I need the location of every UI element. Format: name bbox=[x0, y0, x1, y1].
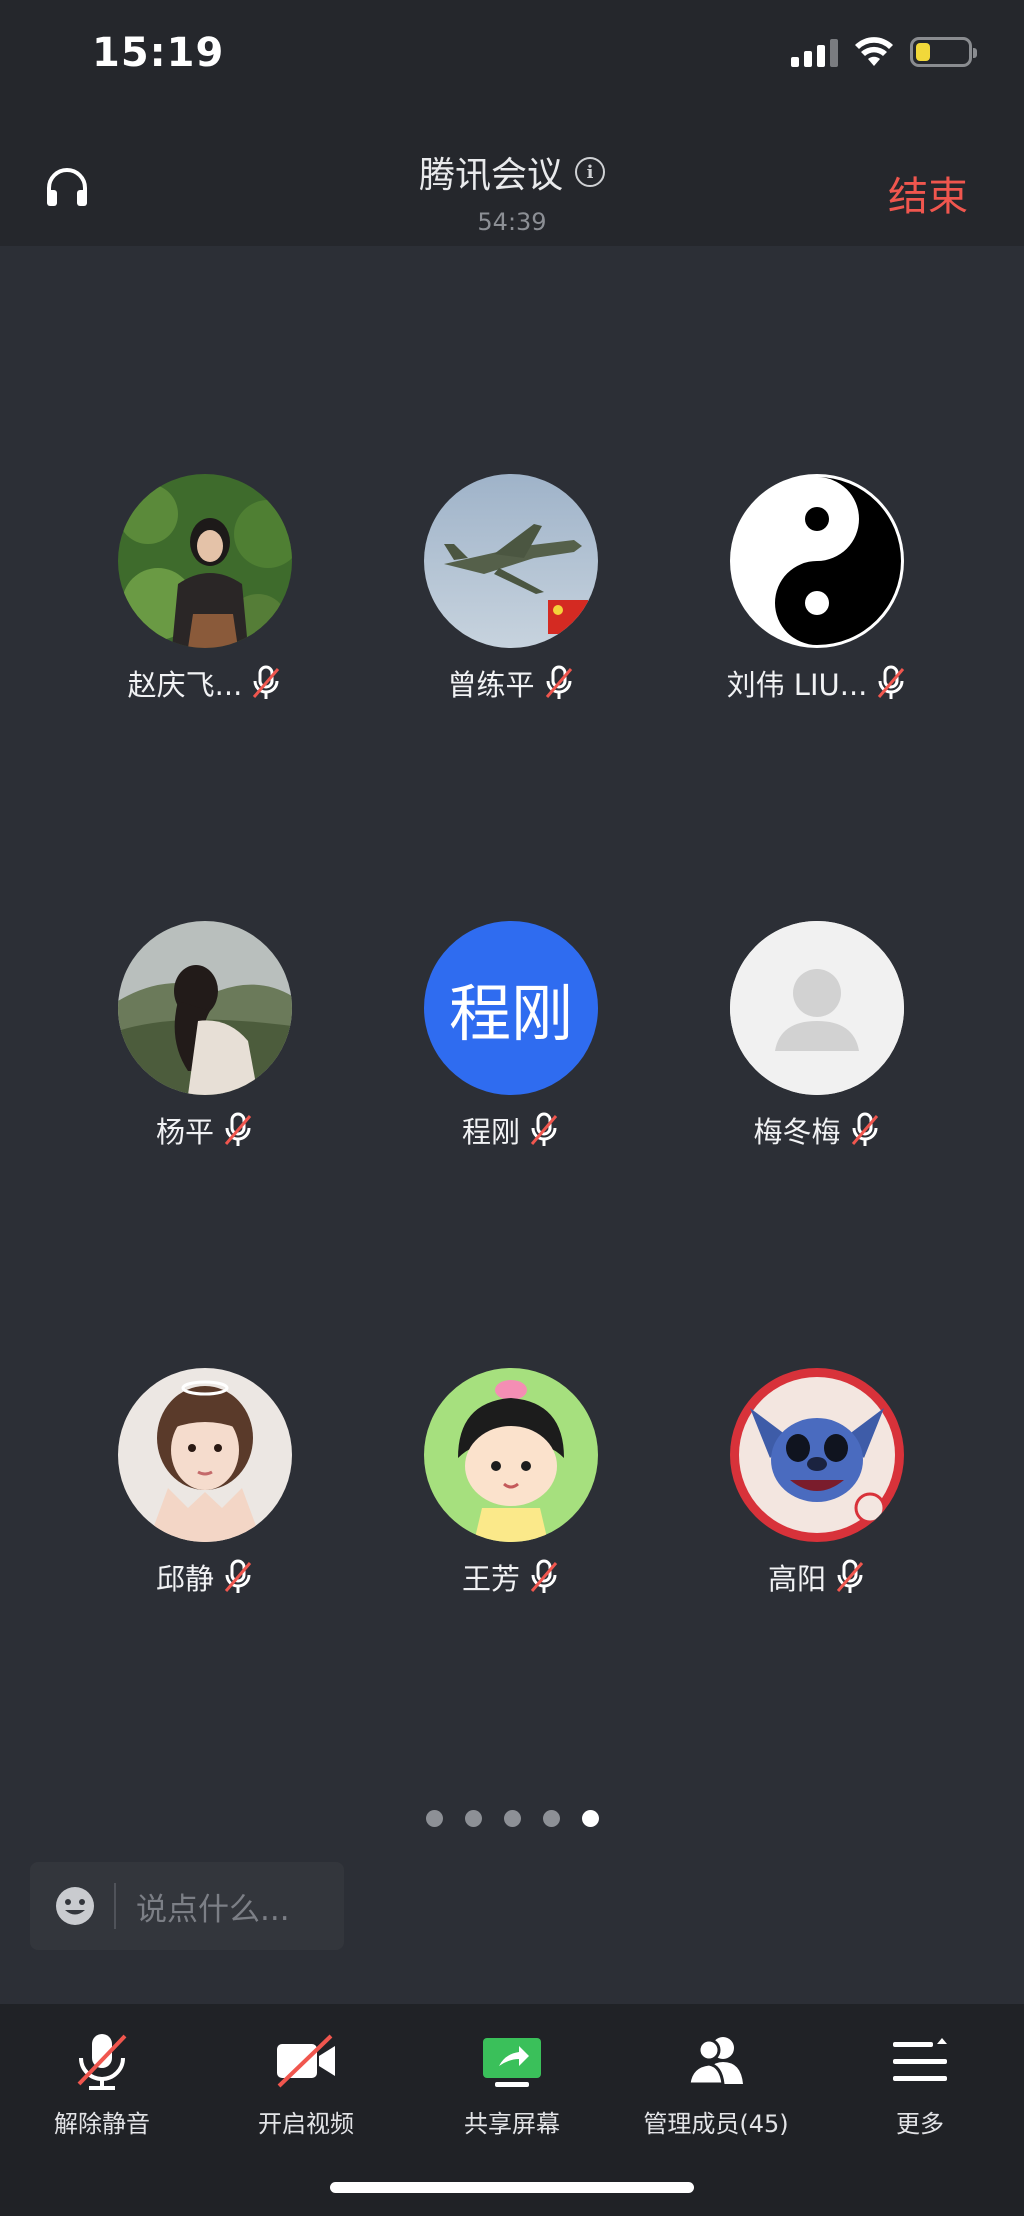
home-indicator[interactable] bbox=[330, 2182, 694, 2193]
photo-woman-in-garden bbox=[118, 474, 292, 648]
end-meeting-button[interactable]: 结束 bbox=[888, 164, 968, 222]
divider bbox=[114, 1883, 116, 1929]
page-indicator[interactable] bbox=[0, 1810, 1024, 1827]
avatar bbox=[730, 1368, 904, 1542]
participant-name: 赵庆飞... bbox=[127, 668, 243, 702]
avatar bbox=[424, 474, 598, 648]
avatar bbox=[730, 921, 904, 1095]
page-dot[interactable] bbox=[503, 1810, 521, 1827]
emoji-icon[interactable] bbox=[54, 1885, 96, 1927]
avatar bbox=[118, 474, 292, 648]
mic-muted-icon bbox=[878, 665, 905, 699]
meeting-title: 腾讯会议 bbox=[418, 155, 563, 196]
mic-muted-icon bbox=[836, 1559, 864, 1593]
photo-woman-mountain bbox=[118, 921, 292, 1095]
top-bar: 15:19 腾讯会议 i 54:39 结束 bbox=[0, 0, 1024, 246]
page-dot-active[interactable] bbox=[581, 1810, 599, 1827]
chat-input[interactable]: 说点什么... bbox=[30, 1862, 344, 1950]
avatar bbox=[118, 1368, 292, 1542]
text-avatar: 程刚 bbox=[424, 921, 598, 1095]
participant-tile[interactable]: 杨平 bbox=[52, 921, 358, 1151]
manage-members-label: 管理成员(45) bbox=[643, 2110, 789, 2138]
battery-icon bbox=[910, 37, 977, 67]
participant-tile[interactable]: 梅冬梅 bbox=[664, 921, 970, 1151]
photo-girl-selfie bbox=[118, 1368, 292, 1542]
mic-muted-icon bbox=[77, 2034, 127, 2090]
share-screen-button[interactable]: 共享屏幕 bbox=[410, 2028, 614, 2139]
meeting-timer: 54:39 bbox=[477, 208, 547, 236]
yin-yang-icon bbox=[733, 477, 901, 645]
avatar bbox=[424, 1368, 598, 1542]
mic-muted-icon bbox=[545, 665, 572, 699]
page-dot[interactable] bbox=[464, 1810, 482, 1827]
more-label: 更多 bbox=[896, 2110, 944, 2138]
participant-tile[interactable]: 曾练平 bbox=[358, 474, 664, 704]
mic-muted-icon bbox=[851, 1112, 878, 1146]
video-off-icon bbox=[277, 2034, 335, 2088]
participant-name: 程刚 bbox=[461, 1115, 520, 1149]
avatar bbox=[118, 921, 292, 1095]
share-screen-icon bbox=[483, 2038, 541, 2087]
participant-name: 邱静 bbox=[155, 1562, 214, 1596]
info-icon[interactable]: i bbox=[575, 157, 605, 187]
page-dot[interactable] bbox=[425, 1810, 443, 1827]
menu-icon bbox=[893, 2038, 947, 2081]
participant-name: 高阳 bbox=[767, 1562, 826, 1596]
meeting-header: 腾讯会议 i 54:39 bbox=[0, 146, 1024, 236]
avatar bbox=[730, 474, 904, 648]
photo-fighter-jet bbox=[424, 474, 598, 648]
wifi-icon bbox=[855, 37, 893, 66]
participant-tile[interactable]: 刘伟 LIU... bbox=[664, 474, 970, 704]
participant-name: 杨平 bbox=[155, 1115, 214, 1149]
default-person-icon bbox=[730, 921, 904, 1095]
cartoon-stitch bbox=[730, 1368, 904, 1542]
page-dot[interactable] bbox=[542, 1810, 560, 1827]
share-screen-label: 共享屏幕 bbox=[464, 2110, 560, 2138]
participant-tile[interactable]: 程刚 程刚 bbox=[358, 921, 664, 1151]
more-button[interactable]: 更多 bbox=[818, 2028, 1022, 2139]
start-video-button[interactable]: 开启视频 bbox=[204, 2028, 408, 2139]
unmute-label: 解除静音 bbox=[54, 2110, 150, 2138]
cellular-signal-icon bbox=[791, 37, 838, 67]
participant-tile[interactable]: 赵庆飞... bbox=[52, 474, 358, 704]
status-time: 15:19 bbox=[92, 30, 225, 76]
mic-muted-icon bbox=[530, 1559, 558, 1593]
unmute-button[interactable]: 解除静音 bbox=[0, 2028, 204, 2139]
members-icon bbox=[687, 2037, 743, 2086]
mic-muted-icon bbox=[530, 1112, 558, 1146]
participant-name: 王芳 bbox=[461, 1562, 520, 1596]
cartoon-girl bbox=[424, 1368, 598, 1542]
participant-tile[interactable]: 邱静 bbox=[52, 1368, 358, 1598]
mic-muted-icon bbox=[224, 1559, 252, 1593]
manage-members-button[interactable]: 管理成员(45) bbox=[614, 2028, 818, 2139]
status-icons bbox=[791, 36, 977, 68]
participant-name: 曾练平 bbox=[447, 668, 535, 702]
participant-tile[interactable]: 王芳 bbox=[358, 1368, 664, 1598]
participant-name: 梅冬梅 bbox=[753, 1115, 841, 1149]
chat-placeholder: 说点什么... bbox=[136, 1891, 290, 1928]
participant-name: 刘伟 LIU... bbox=[726, 668, 868, 702]
start-video-label: 开启视频 bbox=[258, 2110, 354, 2138]
participant-tile[interactable]: 高阳 bbox=[664, 1368, 970, 1598]
mic-muted-icon bbox=[224, 1112, 252, 1146]
mic-muted-icon bbox=[253, 665, 280, 699]
